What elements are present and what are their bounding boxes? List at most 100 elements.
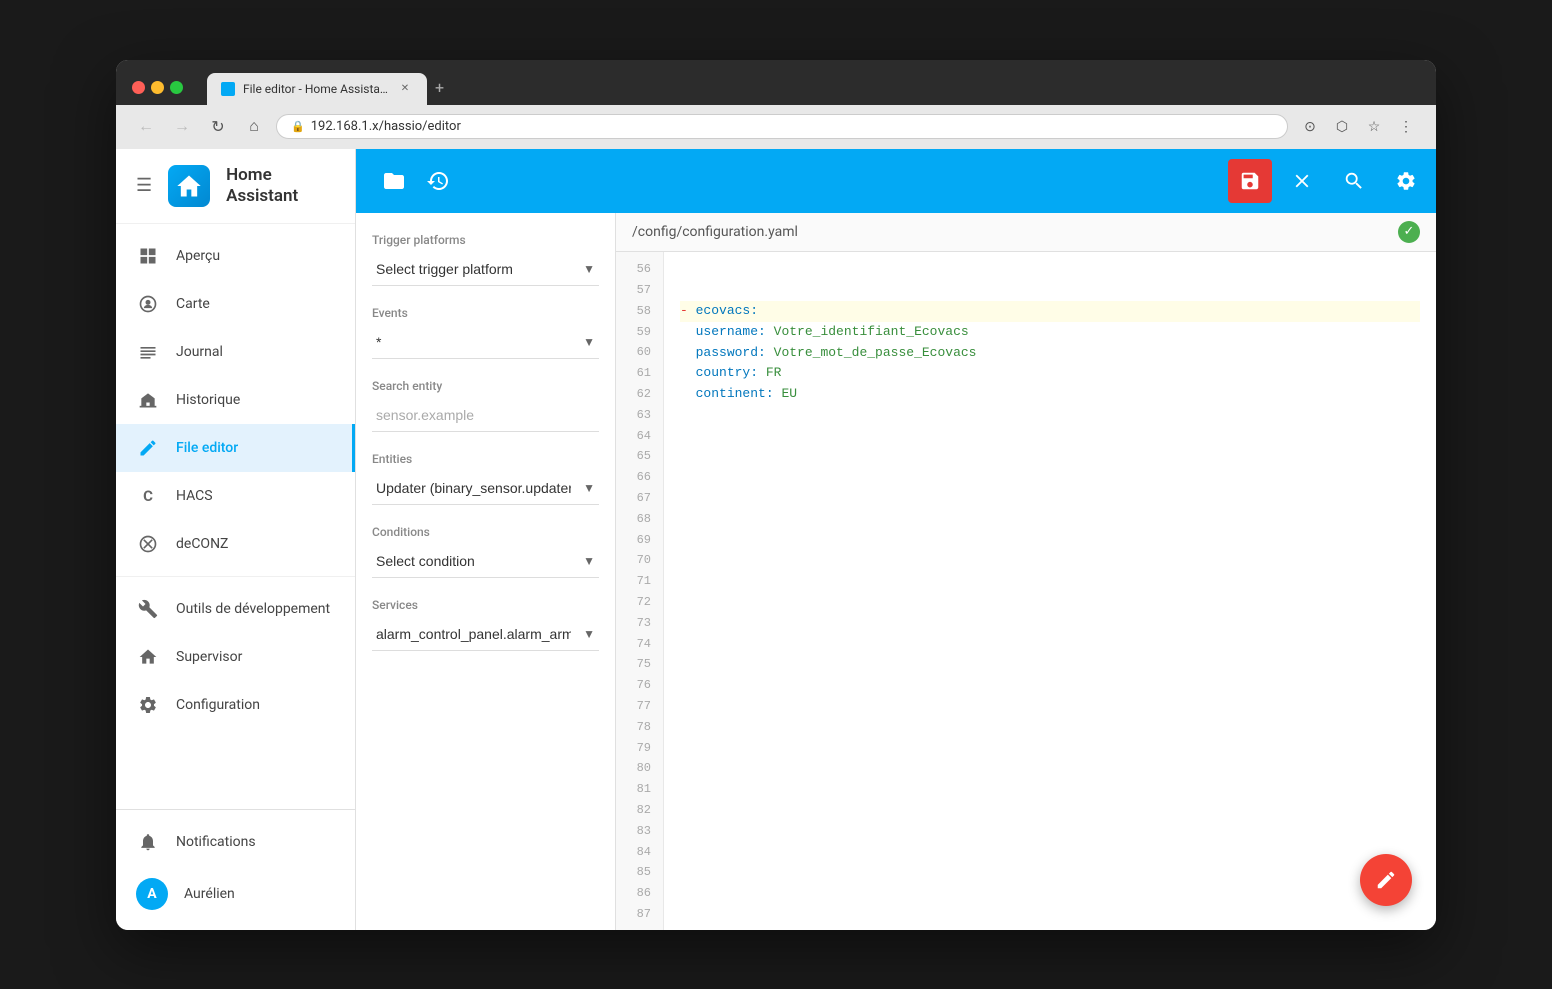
code-line <box>680 509 1420 530</box>
back-button[interactable]: ← <box>132 113 160 141</box>
sidebar-item-outils[interactable]: Outils de développement <box>116 585 355 633</box>
app-settings-button[interactable] <box>1384 159 1428 203</box>
close-button[interactable] <box>132 81 145 94</box>
maximize-button[interactable] <box>170 81 183 94</box>
folder-icon[interactable] <box>376 163 412 199</box>
sidebar-item-label-supervisor: Supervisor <box>176 649 242 665</box>
sidebar-item-hacs[interactable]: C HACS <box>116 472 355 520</box>
conditions-select[interactable]: Select condition <box>372 545 599 577</box>
browser-toolbar: ← → ↻ ⌂ 🔒 192.168.1.x/hassio/editor ⊙ ⬡ … <box>116 105 1436 149</box>
line-number: 61 <box>616 363 663 384</box>
sidebar-item-deconz[interactable]: deCONZ <box>116 520 355 568</box>
code-line <box>680 426 1420 447</box>
line-number: 81 <box>616 779 663 800</box>
line-number: 80 <box>616 759 663 780</box>
code-content[interactable]: - ecovacs: username: Votre_identifiant_E… <box>664 252 1436 930</box>
sidebar-divider-1 <box>116 576 355 577</box>
sidebar-menu-icon[interactable]: ☰ <box>136 175 152 196</box>
sidebar-item-label-outils: Outils de développement <box>176 601 330 617</box>
minimize-button[interactable] <box>151 81 164 94</box>
code-line <box>680 488 1420 509</box>
trigger-platforms-group: Trigger platforms Select trigger platfor… <box>372 233 599 286</box>
bookmark-button[interactable]: ☆ <box>1360 113 1388 141</box>
app-bar <box>356 149 1436 213</box>
sidebar-item-label-hacs: HACS <box>176 488 213 504</box>
sidebar-item-user[interactable]: A Aurélien <box>116 866 355 922</box>
history-chart-icon <box>136 388 160 412</box>
code-line <box>680 280 1420 301</box>
services-label: Services <box>372 598 599 612</box>
reload-button[interactable]: ↻ <box>204 113 232 141</box>
cast-button[interactable]: ⊙ <box>1296 113 1324 141</box>
sidebar-item-notifications[interactable]: Notifications <box>116 818 355 866</box>
search-entity-input-wrapper <box>372 399 599 432</box>
address-url: 192.168.1.x/hassio/editor <box>311 119 1273 134</box>
code-line: - ecovacs: <box>680 301 1420 322</box>
address-bar[interactable]: 🔒 192.168.1.x/hassio/editor <box>276 114 1288 139</box>
menu-button[interactable]: ⋮ <box>1392 113 1420 141</box>
code-token: continent: <box>696 384 774 405</box>
code-token: username: <box>696 322 766 343</box>
line-numbers: 5657585960616263646566676869707172737475… <box>616 252 664 930</box>
code-line <box>680 260 1420 281</box>
code-line: continent: EU <box>680 384 1420 405</box>
sidebar-header: ☰ Home Assistant <box>116 149 355 224</box>
code-line <box>680 883 1420 904</box>
dev-tools-icon <box>136 597 160 621</box>
edit-fab[interactable] <box>1360 854 1412 906</box>
line-number: 79 <box>616 738 663 759</box>
sidebar-item-label-configuration: Configuration <box>176 697 260 713</box>
sidebar-item-file-editor[interactable]: File editor <box>116 424 355 472</box>
code-line <box>680 821 1420 842</box>
save-button[interactable] <box>1228 159 1272 203</box>
line-number: 88 <box>616 925 663 930</box>
sidebar-item-label-apercu: Aperçu <box>176 248 220 264</box>
sidebar-item-configuration[interactable]: Configuration <box>116 681 355 729</box>
line-number: 60 <box>616 343 663 364</box>
sidebar-item-supervisor[interactable]: Supervisor <box>116 633 355 681</box>
new-tab-button[interactable]: + <box>427 70 452 105</box>
lock-icon: 🔒 <box>291 120 305 133</box>
forward-button[interactable]: → <box>168 113 196 141</box>
home-button[interactable]: ⌂ <box>240 113 268 141</box>
sidebar-item-apercu[interactable]: Aperçu <box>116 232 355 280</box>
code-line <box>680 779 1420 800</box>
code-line <box>680 571 1420 592</box>
sidebar-item-label-user: Aurélien <box>184 886 235 902</box>
code-token <box>774 384 782 405</box>
entities-select[interactable]: Updater (binary_sensor.updater) <box>372 472 599 504</box>
line-number: 82 <box>616 800 663 821</box>
deconz-icon <box>136 532 160 556</box>
code-token <box>680 343 696 364</box>
code-editor[interactable]: 5657585960616263646566676869707172737475… <box>616 252 1436 930</box>
translate-button[interactable]: ⬡ <box>1328 113 1356 141</box>
search-entity-input[interactable] <box>372 399 599 431</box>
code-line <box>680 904 1420 925</box>
sidebar-item-label-historique: Historique <box>176 392 240 408</box>
code-token: ecovacs: <box>696 301 758 322</box>
line-number: 66 <box>616 467 663 488</box>
sidebar-item-carte[interactable]: Carte <box>116 280 355 328</box>
browser-tabs: File editor - Home Assistant ✕ + <box>207 70 1420 105</box>
sidebar-item-journal[interactable]: Journal <box>116 328 355 376</box>
services-group: Services alarm_control_panel.alarm_arm_a… <box>372 598 599 651</box>
line-number: 78 <box>616 717 663 738</box>
conditions-select-wrapper: Select condition ▼ <box>372 545 599 578</box>
code-token <box>680 363 696 384</box>
sidebar-item-historique[interactable]: Historique <box>116 376 355 424</box>
close-button[interactable] <box>1280 159 1324 203</box>
code-token: Votre_identifiant_Ecovacs <box>774 322 969 343</box>
search-button[interactable] <box>1332 159 1376 203</box>
events-select-wrapper: * ▼ <box>372 326 599 359</box>
code-token: FR <box>766 363 782 384</box>
tab-close-button[interactable]: ✕ <box>397 81 413 97</box>
search-entity-label: Search entity <box>372 379 599 393</box>
entities-label: Entities <box>372 452 599 466</box>
events-select[interactable]: * <box>372 326 599 358</box>
trigger-platforms-select[interactable]: Select trigger platform <box>372 253 599 285</box>
line-number: 75 <box>616 655 663 676</box>
history-icon[interactable] <box>420 163 456 199</box>
sidebar-logo <box>168 165 210 207</box>
active-tab[interactable]: File editor - Home Assistant ✕ <box>207 73 427 105</box>
services-select[interactable]: alarm_control_panel.alarm_arm_aw... <box>372 618 599 650</box>
